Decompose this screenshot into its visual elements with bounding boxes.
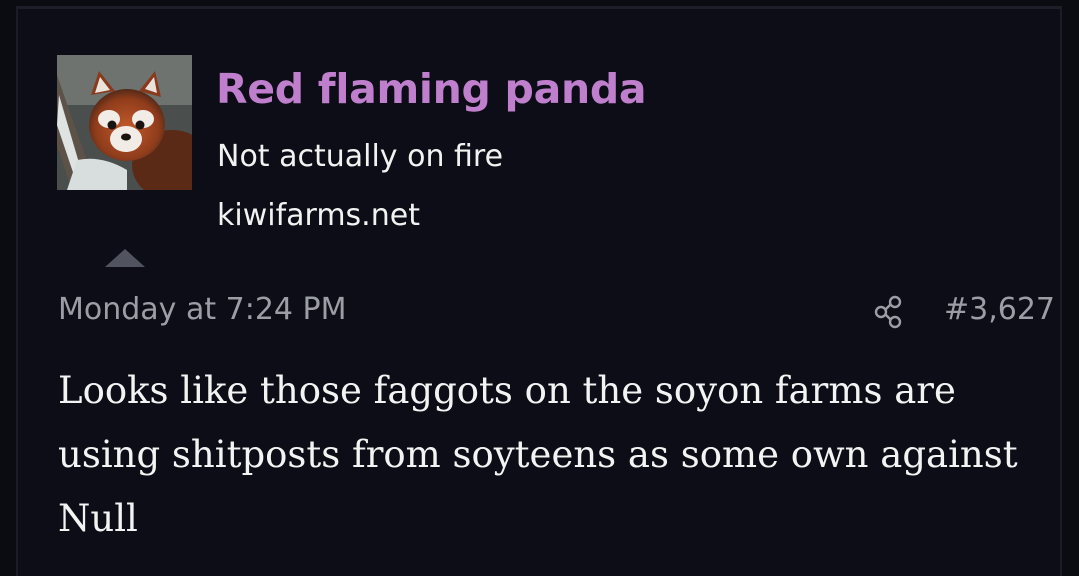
forum-post: Red flaming panda Not actually on fire k…	[16, 6, 1062, 576]
user-title: Not actually on fire	[217, 139, 504, 174]
post-date-link[interactable]: Monday at 7:24 PM	[58, 292, 347, 327]
post-number-link[interactable]: #3,627	[944, 292, 1055, 327]
post-body: Looks like those faggots on the soyon fa…	[58, 369, 1018, 540]
user-site: kiwifarms.net	[217, 198, 420, 233]
share-icon[interactable]	[871, 294, 907, 330]
username-link[interactable]: Red flaming panda	[216, 65, 647, 113]
collapse-caret-icon[interactable]	[105, 249, 145, 267]
avatar[interactable]	[57, 55, 192, 190]
